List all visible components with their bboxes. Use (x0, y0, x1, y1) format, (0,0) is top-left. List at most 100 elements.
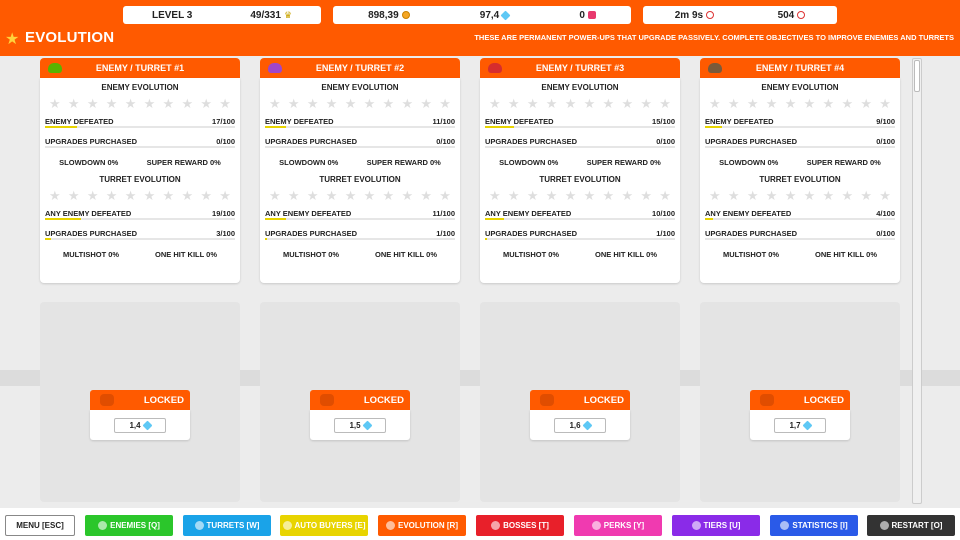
gem-icon (582, 420, 593, 430)
star-icon: ★ (219, 188, 231, 203)
star-icon: ★ (181, 96, 194, 111)
enemy-defeated-bar (705, 126, 895, 128)
nav-button-menu[interactable]: MENU [ESC] (5, 515, 75, 536)
upgrades-value: 0/100 (876, 229, 895, 238)
upgrades-label: UPGRADES PURCHASED (265, 137, 358, 146)
star-icon: ★ (879, 188, 891, 203)
enemy-defeated-value: 15/100 (652, 117, 675, 126)
star-icon: ★ (621, 96, 634, 111)
scrollbar-thumb[interactable] (914, 60, 920, 92)
progress-fill (45, 218, 82, 220)
nav-button-tiers[interactable]: TIERS [U] (672, 515, 760, 536)
star-icon: ★ (784, 96, 797, 111)
upgrades-value: 1/100 (436, 229, 455, 238)
card-body: ENEMY EVOLUTION ★ ★ ★ ★ ★ ★ ★ ★ ★ ★ ENEMY DEFEATE… (260, 78, 460, 283)
nav-button-auto[interactable]: AUTO BUYERS [E] (280, 515, 368, 536)
upgrades-value: 0/100 (656, 137, 675, 146)
star-icon: ★ (489, 188, 501, 203)
card-header: ENEMY / TURRET #4 (700, 58, 900, 78)
star-icon: ★ (306, 188, 319, 203)
enemy-defeated-value: 17/100 (212, 117, 235, 126)
any-defeated-bar (485, 218, 675, 220)
upgrades-value: 0/100 (436, 137, 455, 146)
super-reward-value: SUPER REWARD 0% (146, 157, 221, 167)
star-icon: ★ (765, 188, 778, 203)
any-defeated-label: ANY ENEMY DEFEATED (485, 209, 572, 218)
card-title: ENEMY / TURRET #4 (755, 63, 845, 73)
star-icon: ★ (143, 96, 156, 111)
enemy-defeated-value: 9/100 (876, 117, 895, 126)
enemy-evolution-title: ENEMY EVOLUTION (541, 83, 619, 92)
enemy-defeated-label: ENEMY DEFEATED (485, 117, 554, 126)
card-header: ENEMY / TURRET #2 (260, 58, 460, 78)
star-icon: ★ (306, 96, 319, 111)
evolution-content[interactable]: ENEMY / TURRET #1 ENEMY EVOLUTION ★ ★ ★ ★ ★ ★… (0, 56, 960, 508)
star-icon: ★ (105, 96, 118, 111)
evolution-card: ENEMY / TURRET #4 ENEMY EVOLUTION ★ ★ ★ ★ ★ ★… (700, 58, 900, 283)
enemy-upgrades-bar (485, 146, 675, 148)
unlock-button[interactable]: 1,5 (334, 417, 386, 433)
star-icon: ★ (439, 188, 451, 203)
nav-label: PERKS [Y] (603, 521, 645, 530)
locked-panel: LOCKED 1,6 (530, 390, 630, 440)
upgrades-value: 0/100 (876, 137, 895, 146)
crown-icon: ♛ (283, 9, 293, 20)
star-icon: ★ (143, 188, 156, 203)
unlock-button[interactable]: 1,4 (114, 417, 166, 433)
enemy-defeated-bar (485, 126, 675, 128)
progress-fill (485, 126, 514, 128)
unlock-button[interactable]: 1,7 (774, 417, 826, 433)
enemy-icon (488, 63, 502, 73)
enemy-evolution-title: ENEMY EVOLUTION (321, 83, 399, 92)
locked-header: LOCKED (530, 390, 630, 410)
enemy-defeated-bar (265, 126, 455, 128)
star-icon: ★ (860, 188, 873, 203)
nav-button-turrets[interactable]: TURRETS [W] (183, 515, 271, 536)
star-icon: ★ (507, 96, 520, 111)
nav-label: BOSSES [T] (503, 521, 549, 530)
star-icon: ★ (67, 96, 80, 111)
enemy-icon (98, 521, 108, 530)
turret-stars: ★ ★ ★ ★ ★ ★ ★ ★ ★ ★ (485, 186, 675, 206)
any-defeated-label: ANY ENEMY DEFEATED (45, 209, 132, 218)
any-defeated-row: ANY ENEMY DEFEATED 4/100 (705, 206, 895, 218)
gem-icon (500, 10, 511, 20)
scrollbar[interactable] (912, 58, 922, 504)
star-icon: ★ (583, 188, 596, 203)
turret-perks: MULTISHOT 0% ONE HIT KILL 0% (705, 246, 895, 262)
star-icon: ★ (659, 188, 671, 203)
evolution-card: ENEMY / TURRET #1 ENEMY EVOLUTION ★ ★ ★ ★ ★ ★… (40, 58, 240, 283)
one-hit-kill-value: ONE HIT KILL 0% (595, 249, 657, 259)
nav-button-statistics[interactable]: STATISTICS [I] (770, 515, 858, 536)
progress-fill (45, 238, 51, 240)
star-icon: ★ (325, 188, 338, 203)
unlock-cost: 1,4 (129, 420, 141, 430)
star-icon: ★ (401, 188, 414, 203)
card-body: ENEMY EVOLUTION ★ ★ ★ ★ ★ ★ ★ ★ ★ ★ ENEMY DEFEATE… (480, 78, 680, 283)
locked-body: 1,5 (310, 410, 410, 440)
locked-label: LOCKED (583, 394, 624, 406)
progress-fill (265, 218, 286, 220)
star-icon: ★ (602, 188, 615, 203)
turret-upgrades-bar (485, 238, 675, 240)
nav-button-evolution[interactable]: EVOLUTION [R] (378, 515, 466, 536)
slowdown-value: SLOWDOWN 0% (499, 157, 559, 167)
star-icon: ★ (640, 188, 653, 203)
star-icon: ★ (602, 96, 615, 111)
unlock-button[interactable]: 1,6 (554, 417, 606, 433)
star-icon: ★ (105, 188, 118, 203)
locked-header: LOCKED (90, 390, 190, 410)
star-icon: ★ (86, 188, 99, 203)
locked-header: LOCKED (310, 390, 410, 410)
star-icon: ★ (860, 96, 873, 111)
nav-button-restart[interactable]: RESTART [O] (867, 515, 955, 536)
multishot-value: MULTISHOT 0% (282, 249, 340, 259)
turret-evolution-title: TURRET EVOLUTION (539, 175, 621, 184)
progress-fill (485, 218, 504, 220)
nav-button-bosses[interactable]: BOSSES [T] (476, 515, 564, 536)
multishot-value: MULTISHOT 0% (62, 249, 120, 259)
nav-button-enemies[interactable]: ENEMIES [Q] (85, 515, 173, 536)
restart-icon (879, 521, 889, 530)
enemy-upgrades-bar (265, 146, 455, 148)
nav-button-perks[interactable]: PERKS [Y] (574, 515, 662, 536)
